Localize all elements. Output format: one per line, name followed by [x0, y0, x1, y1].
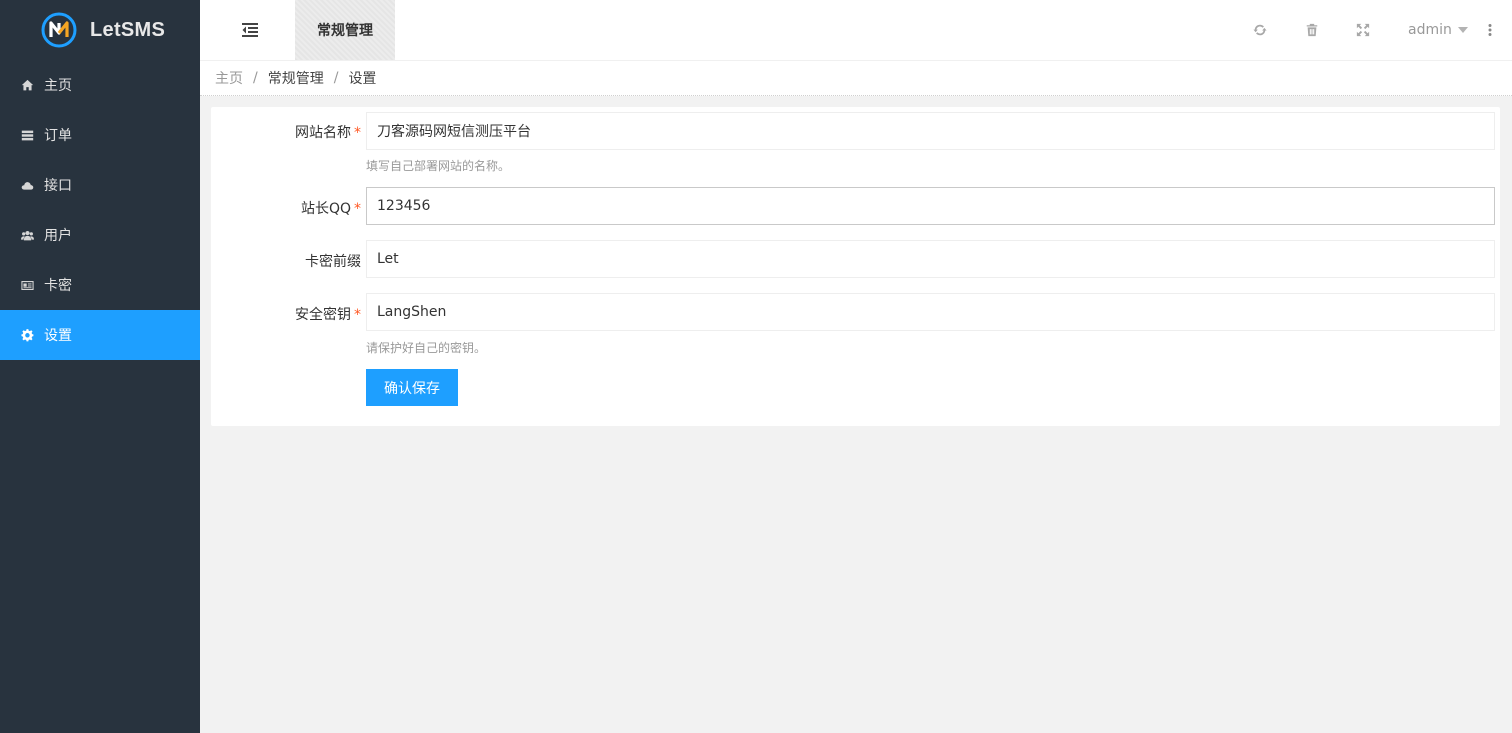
required-mark: * [354, 125, 361, 141]
qq-label-text: 站长QQ [300, 201, 351, 217]
sidebar-item-label: 主页 [44, 78, 72, 94]
breadcrumb-separator: / [253, 70, 258, 86]
site-name-input[interactable] [366, 112, 1495, 150]
tab-general-management[interactable]: 常规管理 [295, 0, 395, 60]
breadcrumb-general[interactable]: 常规管理 [268, 68, 324, 88]
refresh-button[interactable] [1250, 20, 1270, 40]
site-name-hint: 填写自己部署网站的名称。 [366, 159, 511, 173]
breadcrumb: 主页 / 常规管理 / 设置 [200, 60, 1512, 96]
more-menu-button[interactable] [1484, 20, 1496, 40]
sidebar-item-label: 卡密 [44, 278, 72, 294]
card-prefix-label-text: 卡密前缀 [305, 254, 361, 270]
fullscreen-button[interactable] [1353, 20, 1373, 40]
required-mark: * [354, 201, 361, 217]
sidebar-item-cards[interactable]: 卡密 [0, 260, 200, 310]
settings-form-card: 网站名称* 填写自己部署网站的名称。 站长QQ* 卡密前缀 安全密钥* 请保护好… [211, 107, 1500, 426]
refresh-icon [1253, 24, 1267, 36]
top-header: 常规管理 admin [200, 0, 1512, 60]
sidebar-toggle-button[interactable] [236, 18, 264, 42]
fullscreen-icon [1356, 23, 1370, 37]
sidebar-nav: 主页 订单 接口 用户 卡密 设置 [0, 60, 200, 360]
secret-key-hint: 请保护好自己的密钥。 [366, 341, 487, 355]
required-mark: * [354, 307, 361, 323]
sidebar-item-users[interactable]: 用户 [0, 210, 200, 260]
users-icon [20, 228, 34, 242]
secret-key-input[interactable] [366, 293, 1495, 331]
sidebar-item-home[interactable]: 主页 [0, 60, 200, 110]
card-icon [20, 278, 34, 292]
gear-icon [20, 328, 34, 342]
sidebar-item-label: 用户 [44, 228, 72, 244]
sidebar-item-api[interactable]: 接口 [0, 160, 200, 210]
qq-input[interactable] [366, 187, 1495, 225]
card-prefix-input[interactable] [366, 240, 1495, 278]
user-menu[interactable]: admin [1408, 20, 1468, 40]
letsms-logo-icon [41, 12, 77, 48]
save-button[interactable]: 确认保存 [366, 369, 458, 406]
card-prefix-label: 卡密前缀 [211, 251, 361, 271]
list-icon [20, 128, 34, 142]
sidebar-item-label: 订单 [44, 128, 72, 144]
indent-icon [242, 23, 258, 37]
trash-icon [1306, 23, 1318, 37]
site-name-label: 网站名称 * [211, 122, 361, 142]
sidebar-item-settings[interactable]: 设置 [0, 310, 200, 360]
app-name: LetSMS [90, 18, 166, 41]
cloud-icon [20, 178, 34, 192]
breadcrumb-home[interactable]: 主页 [215, 68, 243, 88]
secret-key-label-text: 安全密钥 [295, 307, 351, 323]
sidebar: LetSMS 主页 订单 接口 用户 卡密 设置 [0, 0, 200, 733]
secret-key-label: 安全密钥 * [211, 304, 361, 324]
vertical-dots-icon [1488, 24, 1492, 36]
caret-down-icon [1457, 27, 1468, 33]
breadcrumb-current: 设置 [348, 71, 377, 87]
qq-label: 站长QQ * [211, 198, 361, 218]
clear-cache-button[interactable] [1302, 20, 1322, 40]
username: admin [1408, 22, 1452, 38]
sidebar-item-orders[interactable]: 订单 [0, 110, 200, 160]
sidebar-item-label: 接口 [44, 178, 72, 194]
breadcrumb-separator: / [333, 70, 339, 86]
logo[interactable]: LetSMS [0, 0, 200, 60]
home-icon [20, 78, 34, 92]
site-name-label-text: 网站名称 [295, 125, 351, 141]
sidebar-item-label: 设置 [44, 328, 72, 344]
